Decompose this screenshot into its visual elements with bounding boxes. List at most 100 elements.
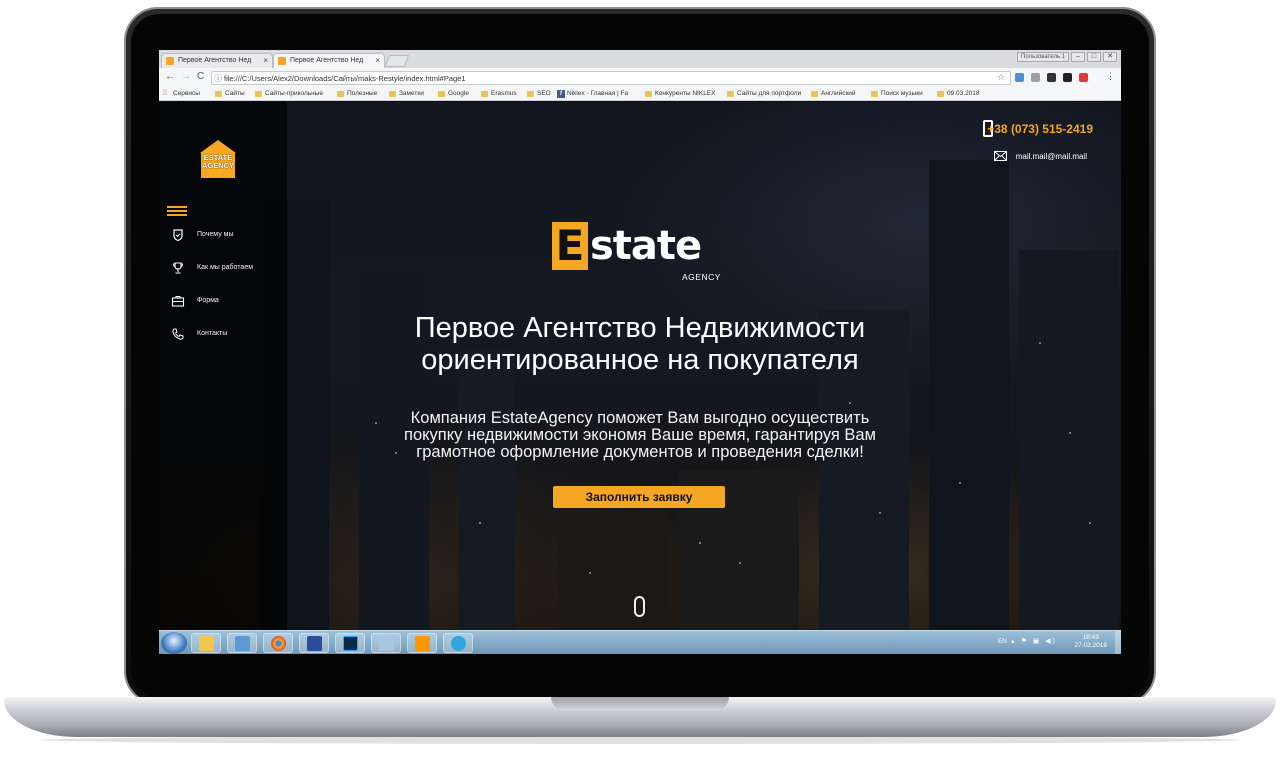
headline-line: Первое Агентство Недвижимости xyxy=(414,312,866,344)
sidebar-item-why-us[interactable]: Почему мы xyxy=(171,228,281,242)
extension-icon[interactable] xyxy=(1079,73,1088,82)
envelope-icon xyxy=(994,151,1007,161)
folder-icon xyxy=(527,91,534,97)
lit-window xyxy=(589,572,591,574)
folder-icon xyxy=(481,91,488,97)
brand-initial: E xyxy=(552,222,588,270)
bookmark-folder[interactable]: 09.03.2018 xyxy=(937,90,980,97)
tab-title: Первое Агентство Нед xyxy=(178,57,252,64)
taskbar-app-explorer[interactable] xyxy=(191,633,221,653)
language-indicator[interactable]: EN xyxy=(998,638,1007,645)
skyline-building xyxy=(459,350,515,630)
brand-subtitle: AGENCY xyxy=(682,272,721,282)
hamburger-menu-icon[interactable] xyxy=(167,206,187,216)
bookmark-folder[interactable]: Поиск музыки xyxy=(871,90,923,97)
brand-wordmark: state xyxy=(590,223,702,269)
bookmark-star-icon[interactable]: ☆ xyxy=(997,72,1005,83)
extension-icon[interactable] xyxy=(1015,73,1024,82)
logo-line2: AGENCY xyxy=(201,161,235,170)
folder-icon xyxy=(199,636,214,651)
bookmark-folder[interactable]: Сайты xyxy=(215,90,245,97)
extension-icon[interactable] xyxy=(1031,73,1040,82)
site-logo[interactable]: ESTATE AGENCY xyxy=(201,152,235,178)
taskbar-app-save[interactable] xyxy=(299,633,329,653)
sidebar-item-label: Почему мы xyxy=(197,231,234,238)
address-bar[interactable]: ⓘ file:///C:/Users/Alex2/Downloads/Сайты… xyxy=(211,71,1011,85)
lit-window xyxy=(849,402,851,404)
header-email-link[interactable]: mail.mail@mail.mail xyxy=(1016,152,1087,161)
bookmark-folder[interactable]: Erasmus xyxy=(481,90,517,97)
browser-toolbar: ← → C ⓘ file:///C:/Users/Alex2/Downloads… xyxy=(159,68,1121,88)
apps-grid-icon: ⁞⁞ xyxy=(163,90,167,97)
laptop-screen: Первое Агентство Нед × Первое Агентство … xyxy=(159,50,1121,654)
address-text: file:///C:/Users/Alex2/Downloads/Сайты/m… xyxy=(224,74,466,83)
sidebar-item-label: Форма xyxy=(197,297,219,304)
bookmark-folder[interactable]: Сайты-прикольные xyxy=(255,90,323,97)
forward-button[interactable]: → xyxy=(181,71,191,82)
hero-section: ESTATE AGENCY Почему мы Как мы работаем … xyxy=(159,102,1121,630)
trophy-icon xyxy=(173,262,183,274)
skyline-building xyxy=(559,510,669,630)
lit-window xyxy=(879,512,881,514)
laptop-notch xyxy=(551,697,729,711)
browser-tab-strip: Первое Агентство Нед × Первое Агентство … xyxy=(159,50,1121,68)
tab-close-icon[interactable]: × xyxy=(375,56,380,65)
bookmark-folder[interactable]: Google xyxy=(438,90,469,97)
back-button[interactable]: ← xyxy=(165,71,175,82)
submit-request-button[interactable]: Заполнить заявку xyxy=(553,486,725,508)
hero-description: Компания EstateAgency поможет Вам выгодн… xyxy=(159,410,1121,461)
sidebar-item-how-we-work[interactable]: Как мы работаем xyxy=(171,261,281,275)
extension-icon[interactable] xyxy=(1063,73,1072,82)
bookmark-folder[interactable]: Конкуренты NIKLEX xyxy=(645,90,715,97)
browser-tab-active[interactable]: Первое Агентство Нед × xyxy=(273,53,385,68)
brand-logo: E state AGENCY xyxy=(552,220,732,286)
site-favicon-icon xyxy=(278,57,286,65)
start-button[interactable] xyxy=(161,632,187,654)
folder-icon xyxy=(811,91,818,97)
minimize-button[interactable]: – xyxy=(1071,52,1085,62)
taskbar-app-chrome[interactable] xyxy=(263,633,293,653)
photoshop-icon xyxy=(343,636,358,651)
show-desktop-button[interactable] xyxy=(1115,631,1121,654)
folder-icon xyxy=(438,91,445,97)
reload-button[interactable]: C xyxy=(197,71,204,82)
bookmark-folder[interactable]: Полезные xyxy=(337,90,377,97)
bookmark-folder[interactable]: Сайты для портфоли xyxy=(727,90,801,97)
briefcase-icon xyxy=(171,296,185,307)
sidebar-item-form[interactable]: Форма xyxy=(171,294,281,308)
bookmarks-bar: ⁞⁞ Сервисы Сайты Сайты-прикольные Полезны… xyxy=(159,88,1121,101)
taskbar-app-telegram[interactable] xyxy=(443,633,473,653)
maximize-button[interactable]: □ xyxy=(1087,52,1101,62)
bookmark-folder[interactable]: Английский xyxy=(811,90,856,97)
sidebar-item-label: Как мы работаем xyxy=(197,264,254,271)
folder-icon xyxy=(871,91,878,97)
profile-chip[interactable]: Пользователь 1 xyxy=(1017,52,1069,62)
lit-window xyxy=(479,522,481,524)
clock[interactable]: 18:43 27.03.2018 xyxy=(1074,634,1107,650)
tab-close-icon[interactable]: × xyxy=(263,56,268,65)
taskbar-app-photoshop[interactable] xyxy=(335,633,365,653)
extension-icon[interactable] xyxy=(1047,73,1056,82)
new-tab-button[interactable] xyxy=(384,55,410,67)
bookmark-folder[interactable]: SEO xyxy=(527,90,551,97)
folder-icon xyxy=(645,91,652,97)
bookmark-facebook[interactable]: f Niklex - Главная | Fa xyxy=(557,90,628,98)
bookmark-folder[interactable]: Заметки xyxy=(389,90,424,97)
lit-window xyxy=(1089,522,1091,524)
close-window-button[interactable]: ✕ xyxy=(1103,52,1117,62)
scroll-down-mouse-icon[interactable] xyxy=(634,596,645,617)
browser-tab[interactable]: Первое Агентство Нед × xyxy=(161,53,273,68)
browser-menu-icon[interactable]: ⋮ xyxy=(1106,71,1115,82)
bookmark-apps[interactable]: ⁞⁞ Сервисы xyxy=(163,90,200,97)
taskbar-app-sublime[interactable] xyxy=(407,633,437,653)
lit-window xyxy=(739,562,741,564)
info-icon[interactable]: ⓘ xyxy=(214,73,222,84)
taskbar-app-notes[interactable] xyxy=(371,633,401,653)
taskbar-app-control-panel[interactable] xyxy=(227,633,257,653)
folder-icon xyxy=(389,91,396,97)
tray-icons[interactable]: ▴ ⚑ ▣ ◀) xyxy=(1011,637,1057,645)
hero-headline: Первое Агентство Недвижимости ориентиров… xyxy=(159,312,1121,376)
header-phone-link[interactable]: +38 (073) 515-2419 xyxy=(987,122,1093,136)
site-favicon-icon xyxy=(166,57,174,65)
shield-icon xyxy=(173,229,183,242)
